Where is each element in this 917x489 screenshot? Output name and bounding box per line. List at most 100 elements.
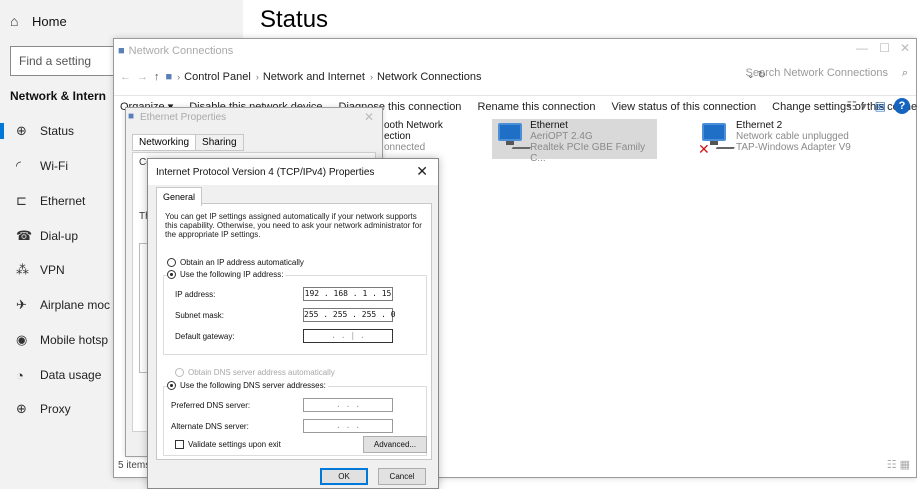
help-icon[interactable]: ?: [894, 98, 910, 114]
dialog-title: Ethernet Properties: [140, 112, 227, 123]
nav-item-vpn[interactable]: ⁂ VPN: [10, 259, 65, 281]
validate-settings-checkbox[interactable]: Validate settings upon exit: [175, 440, 281, 449]
data-usage-icon: ◔: [16, 367, 24, 383]
nav-item-data-usage[interactable]: ◔ Data usage: [10, 364, 101, 386]
breadcrumb-network-connections[interactable]: Network Connections: [377, 71, 482, 83]
cancel-button[interactable]: Cancel: [378, 468, 426, 485]
breadcrumb-network-and-internet[interactable]: Network and Internet: [263, 71, 365, 83]
adapter-name: Ethernet 2: [736, 120, 783, 131]
nav-item-label: Airplane moc: [40, 298, 111, 312]
airplane-icon: ✈: [16, 297, 27, 312]
checkbox-box: [175, 440, 184, 449]
radio-label: Obtain an IP address automatically: [180, 258, 304, 267]
preview-pane-icon[interactable]: ▤: [875, 99, 886, 113]
view-options-icon[interactable]: ☷ ▾: [847, 99, 867, 113]
details-view-icon[interactable]: ☷ ▦: [887, 458, 910, 471]
forward-arrow-icon[interactable]: →: [137, 71, 148, 83]
tab-general[interactable]: General: [156, 187, 203, 206]
ip-address-label: IP address:: [175, 290, 216, 299]
adapter-ethernet-2[interactable]: ✕ Ethernet 2 Network cable unplugged TAP…: [696, 119, 886, 159]
nav-item-dialup[interactable]: ☎ Dial-up: [10, 225, 78, 247]
rename-button[interactable]: Rename this connection: [477, 101, 595, 113]
chevron-right-icon: ›: [369, 72, 373, 82]
up-arrow-icon[interactable]: ↑: [154, 71, 160, 83]
alternate-dns-field[interactable]: . . .: [303, 419, 393, 433]
nav-item-label: Wi-Fi: [40, 159, 68, 173]
preferred-dns-field[interactable]: . . .: [303, 398, 393, 412]
home-label: Home: [32, 13, 67, 29]
section-title: Network & Intern: [10, 89, 107, 103]
search-network-connections-input[interactable]: Search Network Connections: [746, 67, 888, 79]
radio-obtain-dns-auto[interactable]: Obtain DNS server address automatically: [175, 368, 335, 377]
adapter-ethernet[interactable]: Ethernet AeriOPT 2.4G Realtek PCIe GBE F…: [492, 119, 657, 164]
checkbox-label: Validate settings upon exit: [188, 440, 281, 449]
adapter-line2: AeriOPT 2.4G: [530, 131, 593, 142]
adapter-bluetooth[interactable]: ooth Network ection onnected: [384, 119, 504, 159]
home-link[interactable]: ⌂ Home: [10, 8, 67, 34]
nav-item-ethernet[interactable]: ⊏ Ethernet: [10, 190, 85, 212]
nav-item-mobile-hotspot[interactable]: ◉ Mobile hotsp: [10, 329, 108, 351]
close-button[interactable]: ✕: [416, 163, 428, 180]
subnet-mask-field[interactable]: 255 . 255 . 255 . 0: [303, 308, 396, 322]
default-gateway-field[interactable]: . . | .: [303, 329, 393, 343]
adapter-line3: onnected: [384, 142, 426, 153]
close-button[interactable]: ✕: [900, 41, 910, 55]
network-folder-icon: ■: [118, 45, 125, 57]
alternate-dns-label: Alternate DNS server:: [171, 422, 249, 431]
maximize-button[interactable]: ☐: [879, 41, 890, 55]
adapter-line3: Realtek PCIe GBE Family C...: [530, 142, 646, 164]
radio-label: Obtain DNS server address automatically: [188, 368, 335, 377]
find-setting-search-input[interactable]: Find a setting: [10, 46, 120, 76]
ok-button[interactable]: OK: [320, 468, 368, 485]
nav-item-status[interactable]: ⊕ Status: [0, 120, 75, 142]
adapter-name: Ethernet: [530, 120, 568, 131]
wifi-icon: ◜: [16, 158, 22, 173]
description-text: You can get IP settings assigned automat…: [165, 212, 422, 239]
view-status-button[interactable]: View status of this connection: [611, 101, 756, 113]
radio-label: Use the following IP address:: [180, 270, 284, 279]
nav-item-wifi[interactable]: ◜ Wi-Fi: [10, 155, 68, 177]
close-button[interactable]: ✕: [364, 110, 374, 124]
network-adapter-icon: [492, 119, 535, 157]
nav-item-airplane-mode[interactable]: ✈ Airplane moc: [10, 294, 110, 316]
radio-label: Use the following DNS server addresses:: [180, 381, 326, 390]
error-x-icon: ✕: [698, 141, 710, 157]
back-arrow-icon[interactable]: ←: [120, 71, 131, 83]
nav-item-proxy[interactable]: ⊕ Proxy: [10, 398, 71, 420]
network-adapter-icon: ✕: [696, 119, 739, 157]
ip-address-field[interactable]: 192 . 168 . 1 . 15: [303, 287, 393, 301]
nav-item-label: Status: [40, 124, 75, 138]
dialog-title: Internet Protocol Version 4 (TCP/IPv4) P…: [148, 159, 438, 185]
ipv4-properties-dialog: Internet Protocol Version 4 (TCP/IPv4) P…: [147, 158, 439, 489]
radio-circle: [175, 368, 184, 377]
advanced-button[interactable]: Advanced...: [363, 436, 427, 453]
status-bar-item-count: 5 items: [118, 460, 151, 471]
dialup-icon: ☎: [16, 228, 33, 243]
breadcrumb-control-panel[interactable]: Control Panel: [184, 71, 251, 83]
globe-icon: ⊕: [16, 123, 27, 138]
minimize-button[interactable]: —: [856, 41, 868, 55]
default-gateway-label: Default gateway:: [175, 332, 235, 341]
radio-circle: [167, 381, 176, 390]
nav-item-label: Dial-up: [40, 229, 79, 243]
radio-obtain-ip-auto[interactable]: Obtain an IP address automatically: [167, 258, 304, 267]
adapter-line2: ection: [384, 131, 411, 142]
preferred-dns-label: Preferred DNS server:: [171, 401, 251, 410]
vpn-icon: ⁂: [16, 262, 29, 277]
adapter-name: ooth Network: [384, 120, 443, 131]
radio-use-static-dns[interactable]: Use the following DNS server addresses:: [167, 381, 328, 390]
nav-item-label: Proxy: [40, 402, 71, 416]
dialog-titlebar: ■ Ethernet Properties ✕: [126, 108, 382, 128]
general-panel: You can get IP settings assigned automat…: [156, 203, 432, 460]
tab-sharing[interactable]: Sharing: [196, 134, 244, 151]
radio-use-static-ip[interactable]: Use the following IP address:: [167, 270, 286, 279]
nav-item-label: Data usage: [40, 368, 102, 382]
hotspot-icon: ◉: [16, 332, 28, 347]
window-title: Network Connections: [128, 45, 234, 57]
search-icon[interactable]: ⌕: [902, 67, 908, 80]
network-icon: ■: [128, 111, 135, 122]
subnet-mask-label: Subnet mask:: [175, 311, 224, 320]
tab-networking[interactable]: Networking: [132, 134, 197, 151]
adapter-line3: TAP-Windows Adapter V9: [736, 142, 851, 153]
proxy-icon: ⊕: [16, 401, 27, 416]
